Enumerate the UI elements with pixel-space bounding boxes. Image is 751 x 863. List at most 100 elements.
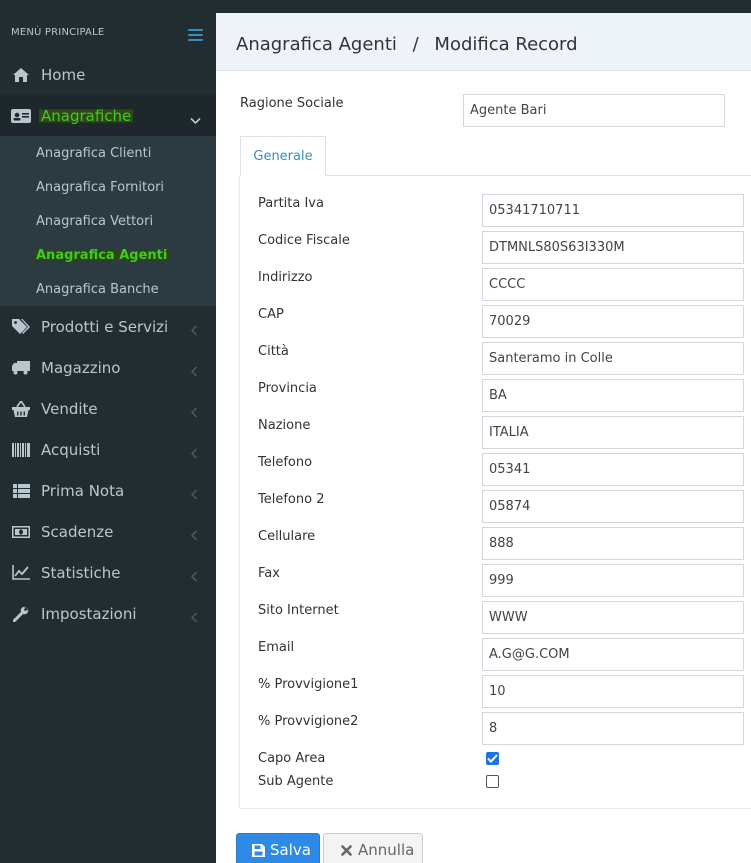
close-icon <box>339 843 353 857</box>
sidebar-subitem-banche[interactable]: Anagrafica Banche <box>36 282 159 297</box>
field-input[interactable]: 05341710711 <box>482 194 744 227</box>
field-input[interactable]: 888 <box>482 527 744 560</box>
field-label: Partita Iva <box>258 196 324 211</box>
field-input[interactable]: DTMNLS80S63I330M <box>482 231 744 264</box>
field-label: CAP <box>258 307 284 322</box>
chevron-left-icon <box>190 486 200 500</box>
sub-agente-label: Sub Agente <box>258 774 334 789</box>
field-input[interactable]: 05341 <box>482 453 744 486</box>
field-label: Provincia <box>258 381 317 396</box>
breadcrumb-page: Modifica Record <box>434 34 578 55</box>
barcode-icon <box>11 440 31 460</box>
field-input[interactable]: 10 <box>482 675 744 708</box>
sidebar-item-scadenze[interactable]: Scadenze <box>0 511 216 552</box>
breadcrumb-section: Anagrafica Agenti <box>236 34 397 55</box>
money-icon <box>11 522 31 542</box>
sidebar-subitem-vettori[interactable]: Anagrafica Vettori <box>36 214 153 229</box>
field-label: Città <box>258 344 289 359</box>
submenu-anagrafiche: Anagrafica Clienti Anagrafica Fornitori … <box>0 136 216 306</box>
field-input[interactable]: BA <box>482 379 744 412</box>
capo-area-checkbox[interactable] <box>486 752 499 765</box>
wrench-icon <box>11 604 31 624</box>
chevron-down-icon <box>190 111 201 124</box>
sidebar-item-label: Acquisti <box>41 440 101 459</box>
home-icon <box>11 65 31 85</box>
hamburger-menu-icon[interactable] <box>188 29 203 41</box>
field-label: Fax <box>258 566 280 581</box>
chevron-left-icon <box>190 322 200 336</box>
sidebar-item-label: Scadenze <box>41 522 114 541</box>
sidebar-item-label: Impostazioni <box>41 604 137 623</box>
tab-divider <box>326 175 751 176</box>
sidebar-subitem-agenti[interactable]: Anagrafica Agenti <box>34 248 170 263</box>
save-button-label: Salva <box>270 841 311 859</box>
sidebar-item-home[interactable]: Home <box>0 54 216 95</box>
sidebar-item-prodotti[interactable]: Prodotti e Servizi <box>0 306 216 347</box>
field-label: Nazione <box>258 418 311 433</box>
sidebar-item-acquisti[interactable]: Acquisti <box>0 429 216 470</box>
field-label: Email <box>258 640 295 655</box>
field-label: Telefono <box>258 455 313 470</box>
main-content: Ragione Sociale Agente Bari Generale Par… <box>216 71 751 863</box>
top-bar <box>0 0 751 13</box>
save-button[interactable]: Salva <box>236 833 320 863</box>
chevron-left-icon <box>190 363 200 377</box>
list-icon <box>11 481 31 501</box>
sidebar-item-prima-nota[interactable]: Prima Nota <box>0 470 216 511</box>
cancel-button-label: Annulla <box>358 841 415 859</box>
capo-area-label: Capo Area <box>258 751 326 766</box>
tab-generale[interactable]: Generale <box>240 136 326 176</box>
field-input[interactable]: 05874 <box>482 490 744 523</box>
chevron-left-icon <box>190 609 200 623</box>
field-input[interactable]: 999 <box>482 564 744 597</box>
field-input[interactable]: Santeramo in Colle <box>482 342 744 375</box>
chevron-left-icon <box>190 404 200 418</box>
sidebar-item-anagrafiche[interactable]: Anagrafiche <box>0 95 216 136</box>
id-card-icon <box>11 106 31 126</box>
field-input[interactable]: ITALIA <box>482 416 744 449</box>
chevron-left-icon <box>190 445 200 459</box>
truck-icon <box>11 358 31 378</box>
sidebar-item-statistiche[interactable]: Statistiche <box>0 552 216 593</box>
cancel-button[interactable]: Annulla <box>323 833 423 863</box>
tags-icon <box>11 317 31 337</box>
sidebar-item-label: Home <box>41 65 86 84</box>
menu-header: MENÙ PRINCIPALE <box>11 27 105 38</box>
field-label: Sito Internet <box>258 603 339 618</box>
chevron-left-icon <box>190 568 200 582</box>
floppy-disk-icon <box>251 843 265 857</box>
sidebar-item-label: Statistiche <box>41 563 121 582</box>
field-input[interactable]: CCCC <box>482 268 744 301</box>
field-label: Codice Fiscale <box>258 233 350 248</box>
field-label: Telefono 2 <box>258 492 325 507</box>
sidebar-item-label: Prima Nota <box>41 481 125 500</box>
sub-agente-checkbox[interactable] <box>486 775 499 788</box>
sidebar-item-magazzino[interactable]: Magazzino <box>0 347 216 388</box>
field-label: Cellulare <box>258 529 316 544</box>
check-icon <box>487 754 498 763</box>
field-label: % Provvigione1 <box>258 677 359 692</box>
field-input[interactable]: A.G@G.COM <box>482 638 744 671</box>
sidebar-subitem-fornitori[interactable]: Anagrafica Fornitori <box>36 180 164 195</box>
field-input[interactable]: WWW <box>482 601 744 634</box>
page-title: Anagrafica Agenti / Modifica Record <box>236 34 578 55</box>
sidebar-item-label: Magazzino <box>41 358 121 377</box>
field-label: % Provvigione2 <box>258 714 359 729</box>
sidebar-item-impostazioni[interactable]: Impostazioni <box>0 593 216 634</box>
field-label: Indirizzo <box>258 270 313 285</box>
chevron-left-icon <box>190 527 200 541</box>
sidebar: MENÙ PRINCIPALE Home Anagrafiche Anagraf… <box>0 13 216 863</box>
ragione-sociale-label: Ragione Sociale <box>240 96 344 111</box>
sidebar-item-label: Prodotti e Servizi <box>41 317 169 336</box>
basket-icon <box>11 399 31 419</box>
sidebar-item-label: Anagrafiche <box>39 106 134 125</box>
sidebar-item-label: Vendite <box>41 399 98 418</box>
sidebar-item-vendite[interactable]: Vendite <box>0 388 216 429</box>
field-input[interactable]: 70029 <box>482 305 744 338</box>
ragione-sociale-input[interactable]: Agente Bari <box>463 94 725 127</box>
field-input[interactable]: 8 <box>482 712 744 745</box>
breadcrumb-separator: / <box>412 34 419 55</box>
sidebar-subitem-clienti[interactable]: Anagrafica Clienti <box>36 146 151 161</box>
line-chart-icon <box>11 563 31 583</box>
content-header: Anagrafica Agenti / Modifica Record <box>216 13 751 71</box>
